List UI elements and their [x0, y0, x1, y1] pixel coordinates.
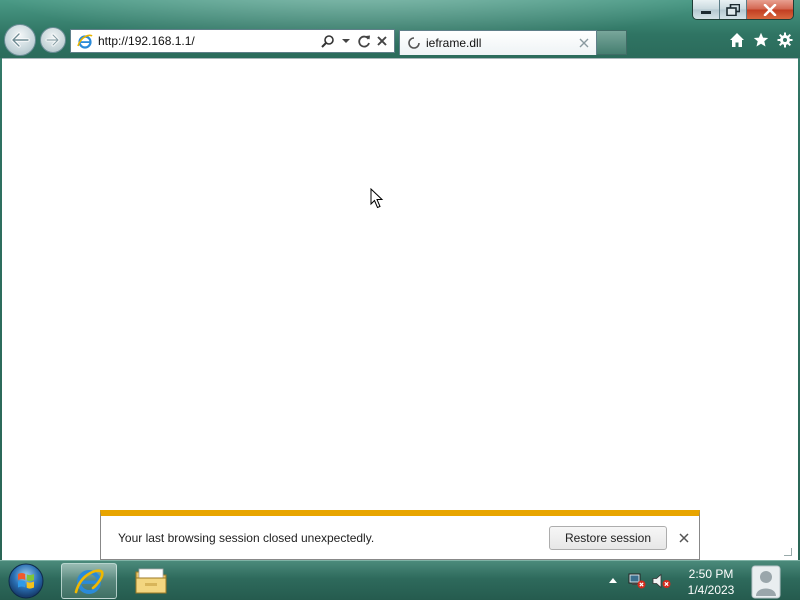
gear-icon[interactable] [776, 30, 794, 50]
browser-window: http://192.168.1.1/ ieframe.dll Your las… [0, 0, 800, 560]
caption-buttons [692, 0, 794, 20]
taskbar-windows-explorer[interactable] [123, 563, 179, 599]
show-hidden-icons-button[interactable] [606, 561, 620, 600]
notification-close-button[interactable] [673, 527, 695, 549]
mouse-pointer-icon [370, 188, 384, 209]
home-icon[interactable] [728, 30, 746, 50]
loading-spinner-icon [408, 37, 420, 49]
star-icon[interactable] [752, 30, 770, 50]
resize-grip[interactable] [784, 548, 792, 556]
forward-button[interactable] [40, 27, 66, 53]
site-favicon-icon [75, 31, 95, 51]
stop-icon[interactable] [374, 32, 390, 50]
internet-explorer-icon [74, 569, 104, 594]
minimize-icon [701, 10, 711, 14]
chevron-up-icon [609, 578, 617, 583]
back-button[interactable] [4, 24, 36, 56]
network-error-icon [628, 573, 646, 589]
minimize-button[interactable] [693, 0, 720, 19]
taskbar: 2:50 PM 1/4/2023 [0, 560, 800, 600]
tab-title: ieframe.dll [426, 36, 482, 50]
restore-down-button[interactable] [720, 0, 747, 19]
address-tools [320, 32, 390, 50]
user-icon [751, 565, 781, 599]
close-icon [763, 3, 777, 16]
back-arrow-icon [11, 32, 30, 48]
taskbar-internet-explorer[interactable] [61, 563, 117, 599]
clock-date: 1/4/2023 [687, 583, 735, 597]
address-url[interactable]: http://192.168.1.1/ [98, 34, 320, 48]
taskbar-clock[interactable]: 2:50 PM 1/4/2023 [680, 566, 742, 598]
restore-session-button[interactable]: Restore session [549, 525, 667, 550]
session-restore-notification: Your last browsing session closed unexpe… [100, 510, 700, 560]
restore-down-icon [726, 3, 740, 16]
close-icon [579, 38, 589, 48]
tab-active[interactable]: ieframe.dll [399, 30, 597, 55]
volume-tray-button[interactable] [651, 561, 673, 600]
forward-arrow-icon [45, 33, 60, 47]
user-avatar[interactable] [750, 563, 782, 599]
chevron-down-icon[interactable] [338, 32, 354, 50]
new-tab-button[interactable] [597, 30, 627, 55]
windows-logo-icon [8, 563, 44, 599]
tab-close-button[interactable] [576, 35, 592, 51]
search-icon[interactable] [320, 32, 336, 50]
clock-time: 2:50 PM [688, 567, 734, 581]
refresh-icon[interactable] [356, 32, 372, 50]
network-tray-button[interactable] [627, 561, 647, 600]
page-content[interactable] [2, 58, 798, 560]
address-bar[interactable]: http://192.168.1.1/ [70, 29, 395, 53]
notification-message: Your last browsing session closed unexpe… [118, 530, 375, 545]
close-icon [679, 532, 689, 543]
folder-icon [135, 568, 167, 594]
close-window-button[interactable] [747, 0, 793, 19]
start-button[interactable] [6, 561, 46, 600]
volume-muted-icon [652, 573, 671, 589]
command-icons [728, 30, 794, 50]
